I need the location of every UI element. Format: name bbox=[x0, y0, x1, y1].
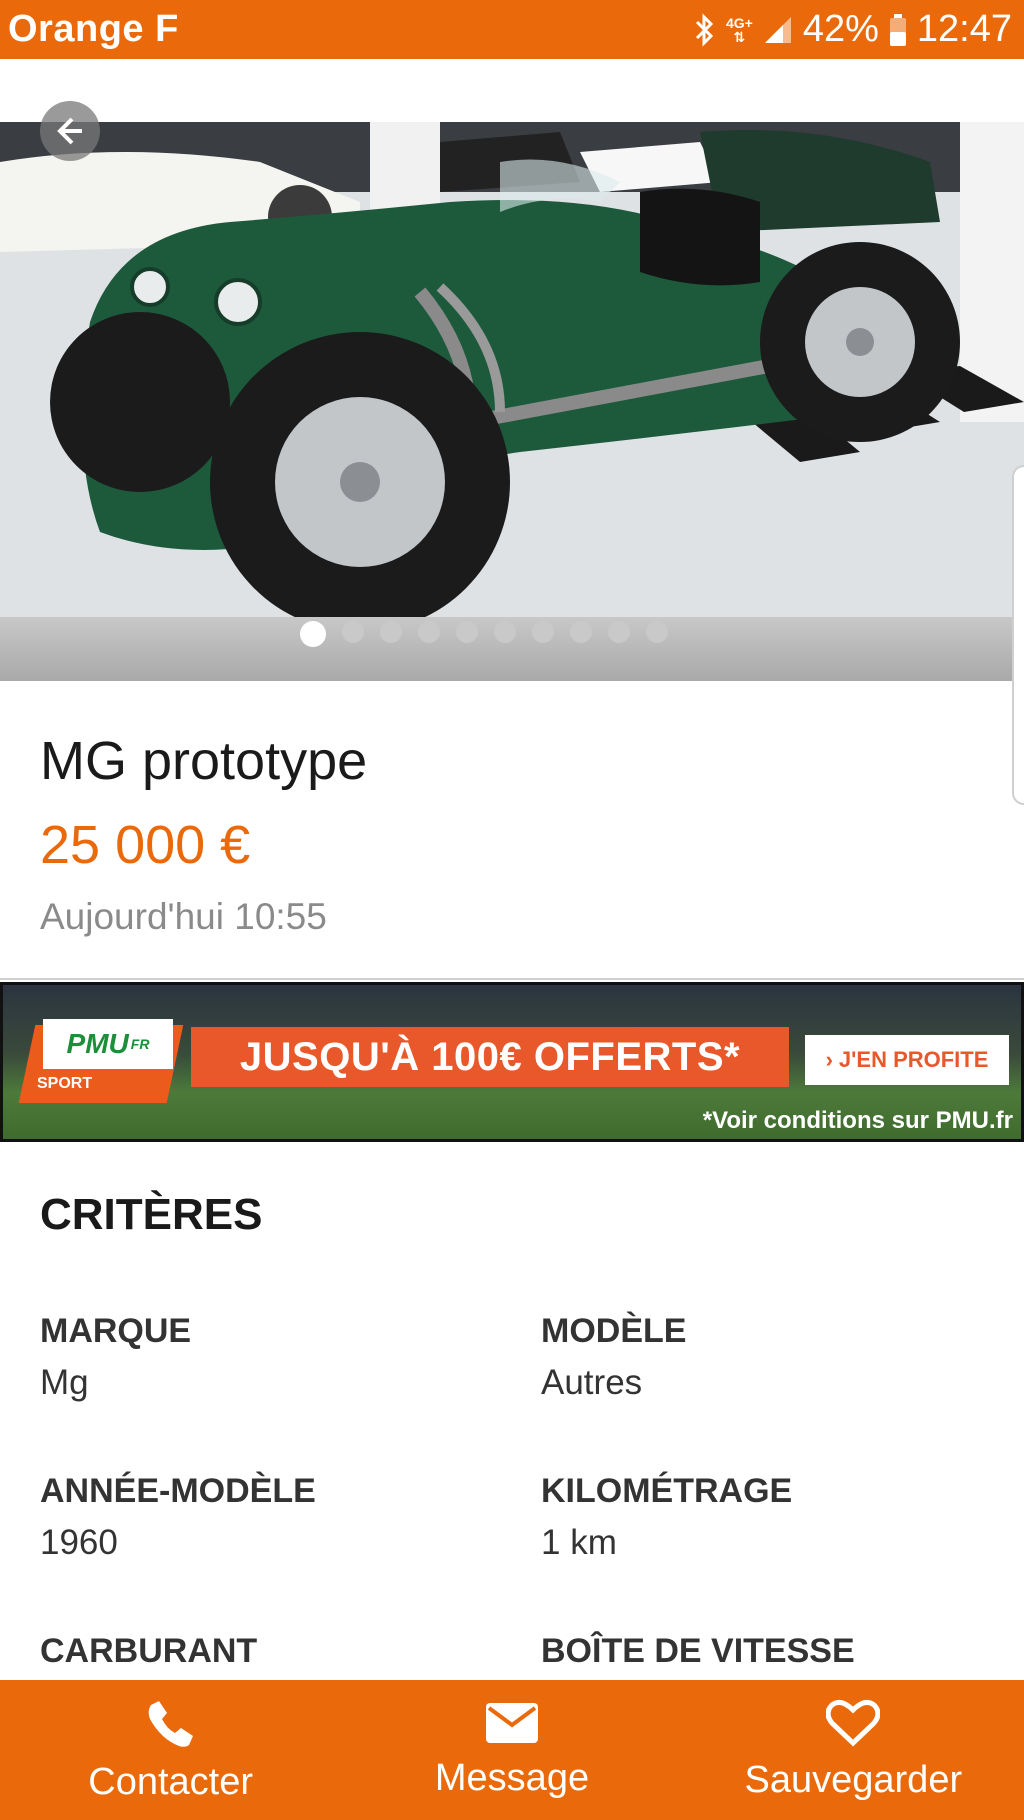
envelope-icon bbox=[485, 1702, 538, 1743]
gallery-dot[interactable] bbox=[608, 621, 630, 643]
bluetooth-icon bbox=[694, 12, 716, 47]
ad-headline: JUSQU'À 100€ OFFERTS* bbox=[191, 1027, 789, 1087]
listing-price: 25 000 € bbox=[40, 815, 251, 875]
save-button[interactable]: Sauvegarder bbox=[683, 1680, 1024, 1820]
status-icons: 4G+ ⇅ 42% 12:47 bbox=[694, 8, 1012, 51]
contact-label: Contacter bbox=[88, 1760, 254, 1803]
status-bar: Orange F 4G+ ⇅ 42% 12:47 bbox=[0, 0, 1024, 59]
chevron-right-icon: › bbox=[825, 1047, 833, 1072]
gallery-dots bbox=[300, 621, 668, 647]
back-button[interactable] bbox=[40, 101, 100, 161]
gallery-indicator-bar bbox=[0, 617, 1024, 681]
action-bar: Contacter Message Sauvegarder bbox=[0, 1680, 1024, 1820]
car-photo[interactable] bbox=[0, 122, 1024, 680]
gallery-dot[interactable] bbox=[418, 621, 440, 643]
ad-conditions: *Voir conditions sur PMU.fr bbox=[702, 1107, 1013, 1134]
criteria-value: Mg bbox=[40, 1363, 89, 1402]
criteria-value: 1 km bbox=[541, 1523, 617, 1562]
criteria-value: Autres bbox=[541, 1363, 643, 1402]
criteria-item-annee: ANNÉE-MODÈLE 1960 bbox=[40, 1472, 480, 1563]
message-label: Message bbox=[434, 1756, 590, 1799]
criteria-label: ANNÉE-MODÈLE bbox=[40, 1472, 316, 1510]
network-4g-icon: 4G+ ⇅ bbox=[725, 14, 753, 45]
criteria-label: MARQUE bbox=[40, 1312, 192, 1350]
pmu-brand-suffix: FR bbox=[130, 1036, 150, 1052]
criteria-label: MODÈLE bbox=[541, 1312, 687, 1350]
criteria-label: CARBURANT bbox=[40, 1632, 258, 1670]
ad-banner[interactable]: PMU FR SPORT JUSQU'À 100€ OFFERTS* › J'EN … bbox=[0, 982, 1024, 1142]
criteria-item-carburant: CARBURANT bbox=[40, 1632, 480, 1683]
ad-cta-button[interactable]: › J'EN PROFITE bbox=[805, 1035, 1009, 1085]
criteria-item-boite: BOÎTE DE VITESSE bbox=[541, 1632, 981, 1683]
ad-cta-label: J'EN PROFITE bbox=[838, 1047, 989, 1072]
save-label: Sauvegarder bbox=[744, 1758, 963, 1801]
criteria-item-marque: MARQUE Mg bbox=[40, 1312, 480, 1403]
carrier-name: Orange F bbox=[8, 8, 179, 50]
divider bbox=[0, 978, 1024, 980]
criteria-value: 1960 bbox=[40, 1523, 118, 1562]
scroll-handle[interactable] bbox=[1012, 465, 1024, 805]
clock: 12:47 bbox=[916, 8, 1012, 50]
criteria-title: CRITÈRES bbox=[40, 1190, 263, 1239]
gallery-dot[interactable] bbox=[494, 621, 516, 643]
listing-title: MG prototype bbox=[40, 731, 368, 791]
listing-date: Aujourd'hui 10:55 bbox=[40, 896, 327, 937]
gallery-dot[interactable] bbox=[456, 621, 478, 643]
phone-icon bbox=[148, 1700, 193, 1747]
criteria-label: KILOMÉTRAGE bbox=[541, 1472, 793, 1510]
criteria-item-modele: MODÈLE Autres bbox=[541, 1312, 981, 1403]
signal-icon bbox=[763, 15, 793, 45]
criteria-label: BOÎTE DE VITESSE bbox=[541, 1632, 855, 1670]
network-label: 4G+ bbox=[725, 14, 753, 31]
gallery-dot[interactable] bbox=[532, 621, 554, 643]
contact-button[interactable]: Contacter bbox=[0, 1680, 341, 1820]
battery-percent: 42% bbox=[802, 8, 879, 50]
gallery-dot[interactable] bbox=[380, 621, 402, 643]
gallery-dot[interactable] bbox=[342, 621, 364, 643]
criteria-item-kilometrage: KILOMÉTRAGE 1 km bbox=[541, 1472, 981, 1563]
gallery-dot[interactable] bbox=[570, 621, 592, 643]
car-illustration bbox=[0, 122, 1024, 680]
gallery-dot[interactable] bbox=[300, 621, 326, 647]
photo-gallery[interactable]: leboncoin bbox=[0, 59, 1024, 805]
arrow-left-icon bbox=[57, 117, 82, 145]
message-button[interactable]: Message bbox=[341, 1680, 682, 1820]
pmu-brand: PMU bbox=[66, 1028, 129, 1059]
gallery-dot[interactable] bbox=[646, 621, 668, 643]
pmu-logo: PMU FR bbox=[43, 1019, 173, 1069]
listing-info: MG prototype 25 000 € Aujourd'hui 10:55 bbox=[40, 730, 367, 938]
battery-icon bbox=[889, 13, 907, 46]
heart-icon bbox=[826, 1699, 881, 1746]
ad-sport-label: SPORT bbox=[37, 1075, 93, 1092]
